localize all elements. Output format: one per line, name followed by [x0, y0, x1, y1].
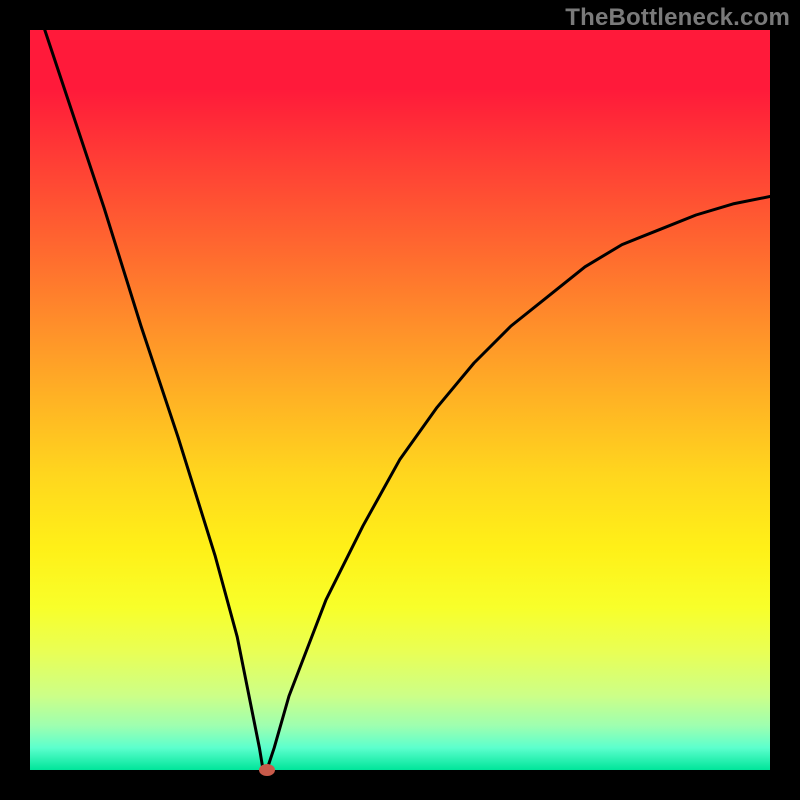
- chart-container: TheBottleneck.com: [0, 0, 800, 800]
- watermark-text: TheBottleneck.com: [565, 4, 790, 32]
- plot-area: [30, 30, 770, 770]
- optimal-point-marker: [259, 764, 275, 776]
- bottleneck-curve: [30, 30, 770, 770]
